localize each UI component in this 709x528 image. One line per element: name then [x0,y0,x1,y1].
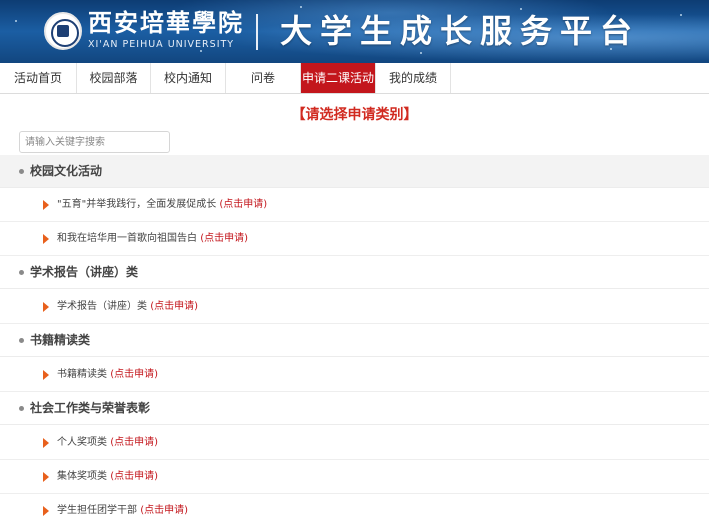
bullet-icon [19,338,24,343]
bullet-icon [19,169,24,174]
item-label: "五育"并举我践行，全面发展促成长 [57,199,217,210]
list-item: "五育"并举我践行，全面发展促成长 (点击申请) [0,188,709,222]
chevron-right-icon [43,506,49,516]
category-label: 学术报告（讲座）类 [30,265,139,279]
star-decoration [300,6,302,8]
apply-link[interactable]: (点击申请) [110,437,158,448]
school-seal-logo [44,12,82,50]
school-name-en: XI'AN PEIHUA UNIVERSITY [88,39,235,50]
nav-item-apply-activity[interactable]: 申请二课活动积 [301,63,376,115]
bullet-icon [19,406,24,411]
school-name: 西安培華學院 [88,8,244,37]
item-label: 和我在培华用一首歌向祖国告白 [57,233,197,244]
list-item: 和我在培华用一首歌向祖国告白 (点击申请) [0,222,709,256]
apply-link[interactable]: (点击申请) [200,233,248,244]
apply-link[interactable]: (点击申请) [150,301,198,312]
star-decoration [680,14,682,16]
category-header[interactable]: 校园文化活动 [0,155,709,188]
search-input[interactable] [19,131,170,153]
nav-item-campus-notice[interactable]: 校内通知 [151,63,226,93]
category-header[interactable]: 书籍精读类 [0,324,709,357]
star-decoration [15,20,17,22]
item-label: 书籍精读类 [57,369,107,380]
platform-title: 大学生成长服务平台 [280,12,641,50]
item-label: 学生担任团学干部 [57,505,137,516]
apply-link[interactable]: (点击申请) [219,199,267,210]
banner-divider [256,14,258,50]
chevron-right-icon [43,438,49,448]
star-decoration [200,50,202,52]
item-label: 学术报告（讲座）类 [57,301,147,312]
chevron-right-icon [43,234,49,244]
chevron-right-icon [43,370,49,380]
nav-item-my-grades[interactable]: 我的成绩 [376,63,451,93]
category-label: 社会工作类与荣誉表彰 [30,401,151,415]
bullet-icon [19,270,24,275]
category-label: 书籍精读类 [30,333,91,347]
chevron-right-icon [43,472,49,482]
top-nav: 活动首页 校园部落 校内通知 问卷 申请二课活动积 我的成绩 [0,63,709,115]
category-label: 校园文化活动 [30,164,103,178]
item-label: 个人奖项类 [57,437,107,448]
star-decoration [420,52,422,54]
list-item: 书籍精读类 (点击申请) [0,358,709,392]
page-heading: 【请选择申请类别】 [291,107,418,123]
category-header[interactable]: 学术报告（讲座）类 [0,256,709,289]
header-banner: 西安培華學院 XI'AN PEIHUA UNIVERSITY 大学生成长服务平台 [0,0,709,63]
nav-item-campus-tribe[interactable]: 校园部落 [77,63,151,93]
item-label: 集体奖项类 [57,471,107,482]
nav-item-questionnaire[interactable]: 问卷 [226,63,301,93]
category-header[interactable]: 社会工作类与荣誉表彰 [0,392,709,425]
apply-link[interactable]: (点击申请) [140,505,188,516]
list-item: 集体奖项类 (点击申请) [0,460,709,494]
chevron-right-icon [43,200,49,210]
list-item: 学术报告（讲座）类 (点击申请) [0,290,709,324]
list-item: 学生担任团学干部 (点击申请) [0,494,709,528]
chevron-right-icon [43,302,49,312]
apply-link[interactable]: (点击申请) [110,369,158,380]
list-item: 个人奖项类 (点击申请) [0,426,709,460]
apply-link[interactable]: (点击申请) [110,471,158,482]
nav-item-activity-home[interactable]: 活动首页 [0,63,77,93]
